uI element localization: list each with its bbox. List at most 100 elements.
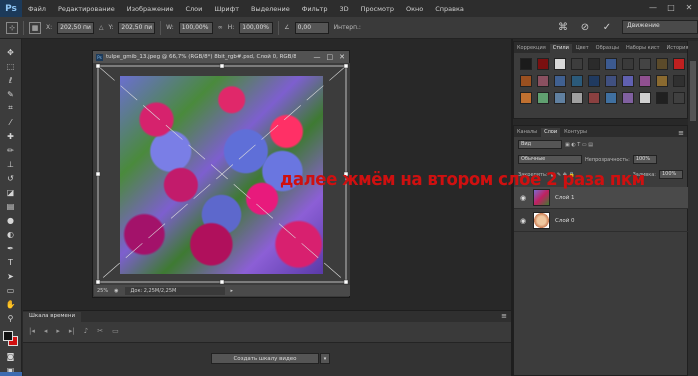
style-swatch[interactable] — [537, 75, 549, 87]
tab-color[interactable]: Цвет — [573, 44, 592, 53]
gradient-tool-icon[interactable]: ▤ — [5, 201, 17, 211]
style-swatch[interactable] — [656, 92, 668, 104]
split-icon[interactable]: ✂ — [97, 327, 103, 335]
style-swatch[interactable] — [639, 75, 651, 87]
style-swatch[interactable] — [588, 92, 600, 104]
type-tool-icon[interactable]: T — [5, 257, 17, 267]
tab-swatches[interactable]: Образцы — [593, 44, 622, 53]
next-frame-icon[interactable]: ▸| — [69, 327, 75, 335]
style-swatch[interactable] — [622, 92, 634, 104]
audio-icon[interactable]: ♪ — [84, 327, 88, 335]
height-field[interactable]: 100,00% — [239, 21, 274, 34]
tab-adjustments[interactable]: Коррекция — [514, 44, 549, 53]
x-field[interactable]: 202,50 пи — [57, 21, 94, 34]
zoom-level[interactable]: 25% — [97, 288, 108, 294]
style-swatch[interactable] — [520, 75, 532, 87]
previous-frame-icon[interactable]: ◂ — [44, 327, 48, 335]
foreground-color[interactable] — [2, 331, 13, 341]
tab-paths[interactable]: Контуры — [561, 128, 590, 137]
style-swatch[interactable] — [571, 75, 583, 87]
opacity-field[interactable]: 100% — [632, 155, 657, 164]
angle-field[interactable]: 0,00 — [294, 21, 329, 34]
style-swatch[interactable] — [605, 58, 617, 70]
delta-icon[interactable]: △ — [99, 24, 104, 31]
style-swatch[interactable] — [622, 75, 634, 87]
status-arrow-icon[interactable]: ▸ — [231, 288, 234, 294]
visibility-eye-icon[interactable]: ◉ — [520, 194, 528, 202]
filter-icons[interactable]: ▣ ◐ T ▭ ▤ — [565, 142, 593, 148]
style-swatch[interactable] — [639, 58, 651, 70]
doc-close-button[interactable]: ✕ — [339, 53, 345, 61]
layer-kind-select[interactable]: Вид — [518, 140, 562, 149]
menu-3d[interactable]: 3D — [333, 5, 354, 13]
hand-tool-icon[interactable]: ✋ — [5, 299, 17, 309]
timeline-menu-icon[interactable]: ≡ — [501, 312, 507, 320]
cancel-transform-icon[interactable]: ⊘ — [578, 22, 592, 33]
heal-tool-icon[interactable]: ✚ — [5, 131, 17, 141]
layers-panel-menu-icon[interactable]: ≡ — [678, 129, 687, 137]
menu-edit[interactable]: Редактирование — [52, 5, 121, 13]
brush-tool-icon[interactable]: ✏ — [5, 145, 17, 155]
style-swatch[interactable] — [554, 75, 566, 87]
menu-view[interactable]: Просмотр — [355, 5, 400, 13]
style-swatch[interactable] — [554, 92, 566, 104]
tab-layers[interactable]: Слои — [541, 128, 561, 137]
reference-point-icon[interactable]: ▦ — [29, 21, 41, 34]
menu-window[interactable]: Окно — [400, 5, 429, 13]
document-titlebar[interactable]: Ps tulpe_gmib_13.jpeg @ 66,7% (RGB/8*) 8… — [93, 51, 349, 63]
crop-tool-icon[interactable]: ⌗ — [5, 103, 17, 113]
style-swatch[interactable] — [639, 92, 651, 104]
style-swatch[interactable] — [520, 92, 532, 104]
tab-styles[interactable]: Стили — [549, 44, 572, 53]
close-button[interactable]: ✕ — [680, 0, 698, 14]
style-swatch[interactable] — [605, 75, 617, 87]
style-swatch[interactable] — [673, 58, 685, 70]
commit-transform-icon[interactable]: ✓ — [600, 22, 614, 33]
eyedropper-tool-icon[interactable]: ⁄ — [5, 117, 17, 127]
first-frame-icon[interactable]: |◂ — [29, 327, 35, 335]
menu-type[interactable]: Шрифт — [208, 5, 245, 13]
quick-select-tool-icon[interactable]: ✎ — [5, 89, 17, 99]
quick-mask-icon[interactable]: ◙ — [5, 351, 17, 361]
style-swatch[interactable] — [673, 92, 685, 104]
right-panel-scrollbar[interactable] — [688, 41, 698, 376]
blur-tool-icon[interactable]: ● — [5, 215, 17, 225]
transform-tool-icon[interactable]: ⊹ — [6, 21, 18, 34]
path-select-tool-icon[interactable]: ➤ — [5, 271, 17, 281]
style-swatch[interactable] — [571, 58, 583, 70]
menu-layers[interactable]: Слои — [179, 5, 208, 13]
dodge-tool-icon[interactable]: ◐ — [5, 229, 17, 239]
eraser-tool-icon[interactable]: ◪ — [5, 187, 17, 197]
tab-timeline[interactable]: Шкала времени — [23, 312, 82, 322]
visibility-eye-icon[interactable]: ◉ — [520, 217, 528, 225]
play-icon[interactable]: ▸ — [56, 327, 60, 335]
style-swatch[interactable] — [656, 58, 668, 70]
transition-icon[interactable]: ▭ — [112, 327, 119, 335]
zoom-tool-icon[interactable]: ⚲ — [5, 313, 17, 323]
style-swatch[interactable] — [537, 92, 549, 104]
y-field[interactable]: 202,50 пи — [118, 21, 156, 34]
style-swatch[interactable] — [588, 58, 600, 70]
fill-field[interactable]: 100% — [659, 170, 683, 179]
link-icon[interactable]: ∞ — [218, 24, 223, 31]
warp-icon[interactable]: ⌘ — [556, 22, 570, 33]
doc-maximize-button[interactable]: □ — [327, 53, 334, 61]
doc-minimize-button[interactable]: — — [314, 53, 321, 61]
style-swatch[interactable] — [673, 75, 685, 87]
layer-row[interactable]: ◉ Слой 1 — [514, 187, 689, 209]
color-swatches[interactable] — [2, 331, 19, 347]
width-field[interactable]: 100,00% — [178, 21, 213, 34]
menu-help[interactable]: Справка — [429, 5, 470, 13]
style-swatch[interactable] — [588, 75, 600, 87]
maximize-button[interactable]: □ — [662, 0, 680, 14]
menu-file[interactable]: Файл — [22, 5, 52, 13]
style-swatch[interactable] — [571, 92, 583, 104]
tab-brush-presets[interactable]: Наборы кист — [623, 44, 663, 53]
scrollbar-thumb[interactable] — [690, 61, 696, 121]
workspace-select[interactable]: Движение — [622, 20, 698, 34]
style-swatch[interactable] — [605, 92, 617, 104]
pen-tool-icon[interactable]: ✒ — [5, 243, 17, 253]
stamp-tool-icon[interactable]: ⊥ — [5, 159, 17, 169]
style-swatch[interactable] — [622, 58, 634, 70]
menu-image[interactable]: Изображение — [121, 5, 180, 13]
